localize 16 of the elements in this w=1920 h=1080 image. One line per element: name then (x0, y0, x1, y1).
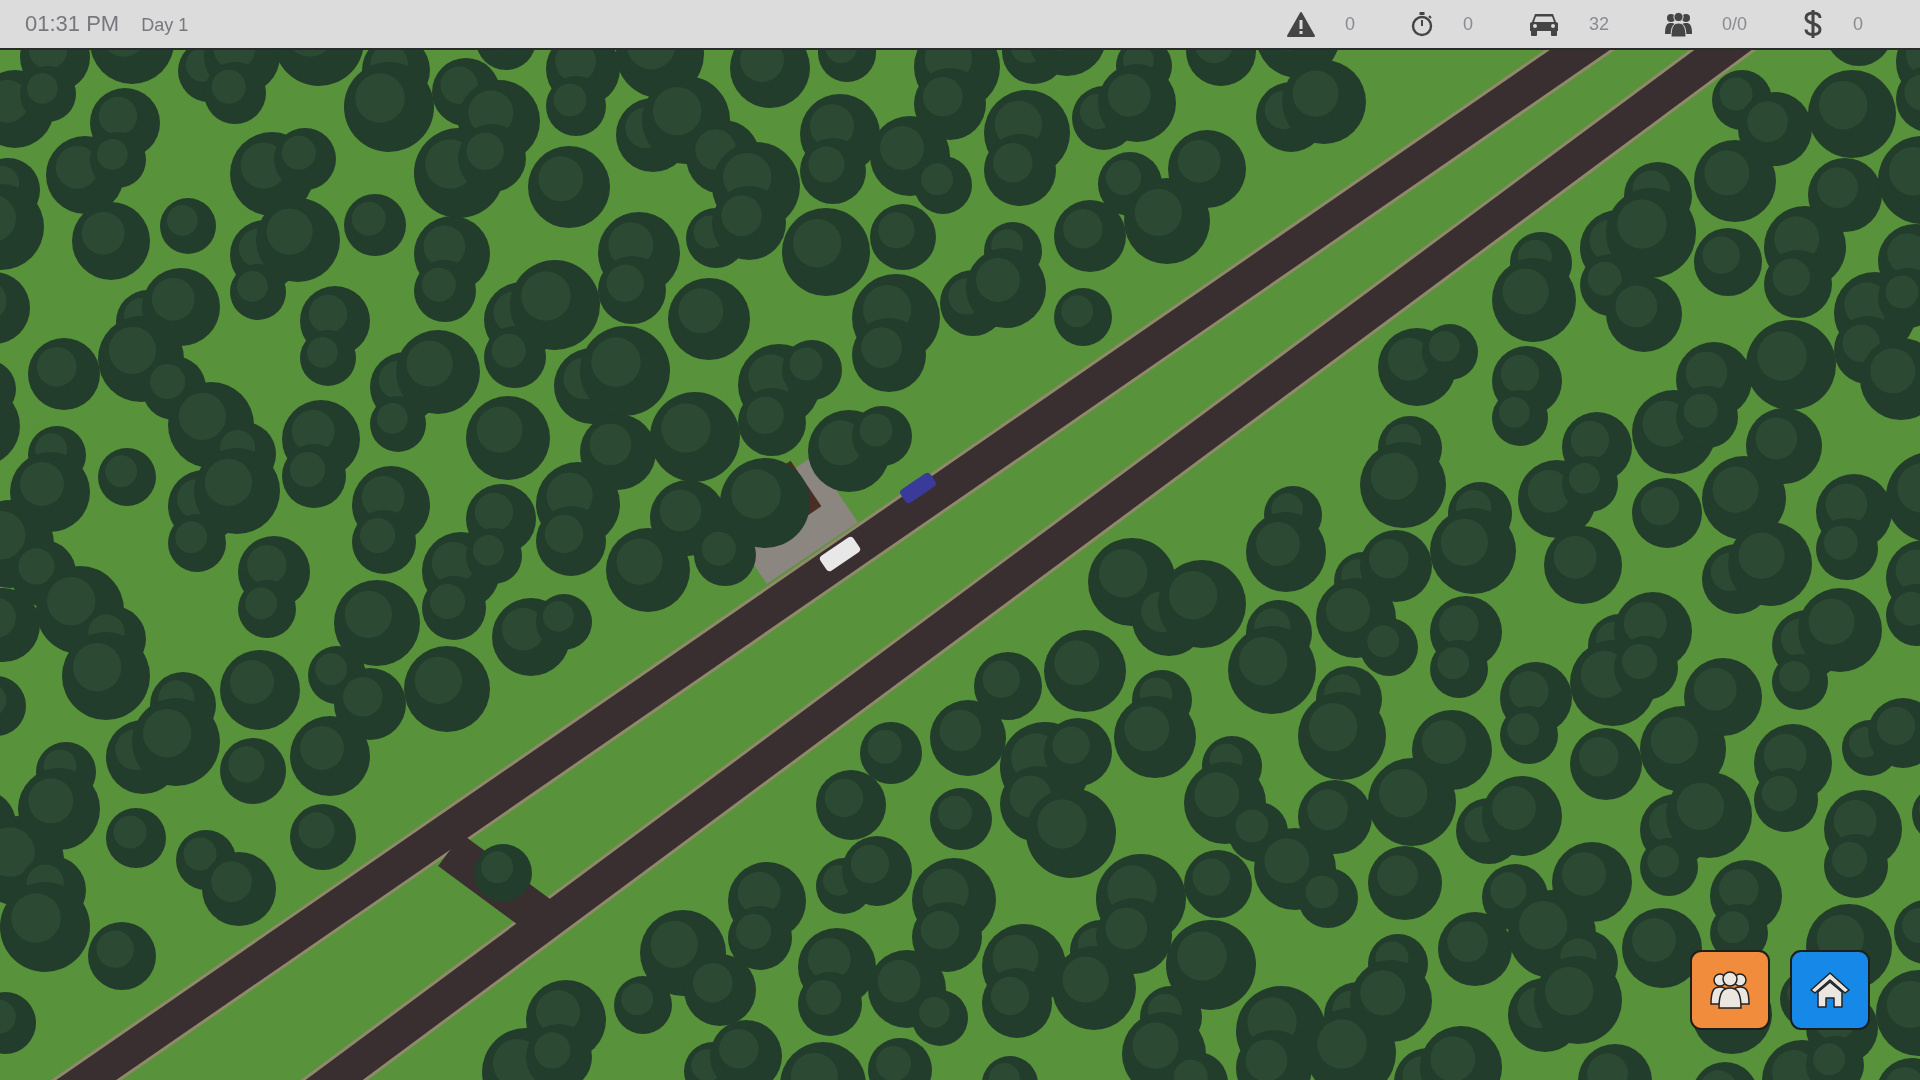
warning-count: 0 (1344, 13, 1355, 35)
clock-time: 01:31 PM (25, 11, 120, 37)
home-icon (1809, 971, 1851, 1009)
day-label: Day 1 (141, 15, 189, 36)
warning-icon (1286, 11, 1315, 37)
people-icon (1664, 11, 1692, 37)
dollar-icon (1803, 10, 1823, 38)
people-button[interactable] (1690, 950, 1770, 1030)
home-button[interactable] (1790, 950, 1870, 1030)
car-icon (1528, 12, 1559, 36)
timer-value: 0 (1462, 13, 1473, 35)
people-icon (1708, 970, 1752, 1010)
people-count: 0/0 (1721, 13, 1747, 35)
money-value: 0 (1853, 13, 1863, 35)
stopwatch-icon (1410, 11, 1433, 37)
car-count: 32 (1588, 13, 1609, 35)
